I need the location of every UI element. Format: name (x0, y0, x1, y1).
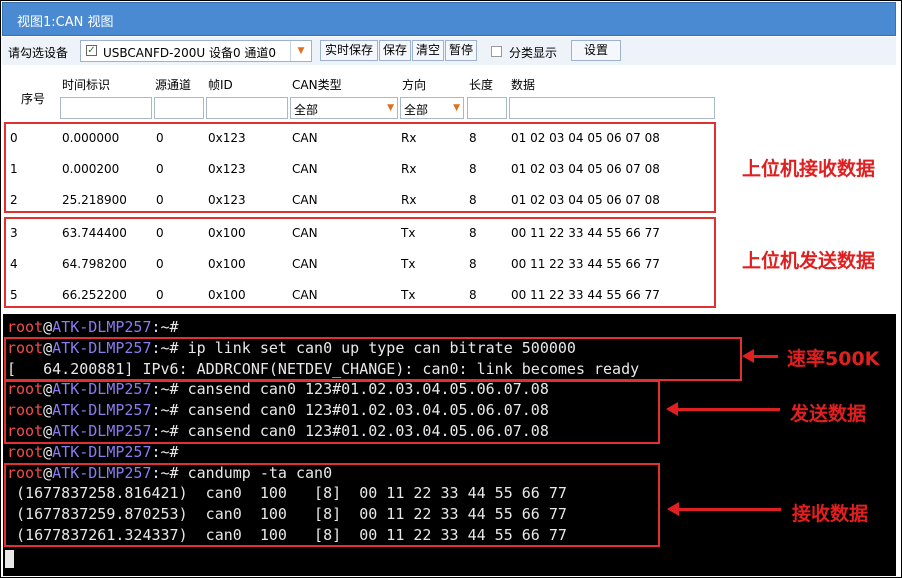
send-highlight-box (4, 380, 660, 444)
len-filter-input[interactable] (467, 97, 507, 119)
device-select[interactable]: ✓ USBCANFD-200U 设备0 通道0 ▼ (80, 40, 312, 62)
id-filter-input[interactable] (206, 97, 288, 119)
window-title-bar: 视图1:CAN 视图 (2, 2, 896, 36)
prompt-host: ATK-DLMP257 (52, 442, 152, 461)
data-filter-input[interactable] (509, 97, 715, 119)
window-title: 视图1:CAN 视图 (17, 15, 114, 30)
rx-annotation: 上位机接收数据 (742, 158, 876, 180)
column-data: 数据 (511, 78, 536, 92)
time-filter-input[interactable] (60, 97, 152, 119)
device-select-value: USBCANFD-200U 设备0 通道0 (103, 46, 277, 60)
device-label: 请勾选设备 (8, 46, 69, 60)
column-len: 长度 (469, 78, 494, 92)
bitrate-annotation: 速率500K (787, 348, 880, 370)
terminal-line: root@ATK-DLMP257:~# (7, 317, 188, 337)
src-filter-input[interactable] (154, 97, 204, 119)
bitrate-arrow-icon (742, 349, 778, 363)
rx-highlight-box (4, 122, 716, 213)
type-filter-value: 全部 (294, 103, 319, 117)
column-src: 源通道 (155, 78, 192, 92)
pause-button[interactable]: 暂停 (445, 40, 477, 61)
column-time: 时间标识 (62, 78, 111, 92)
table-header: 序号 时间标识 源通道 帧ID CAN类型 方向 长度 数据 全部 ▼ 全部 ▼ (2, 66, 896, 120)
recv-highlight-box (4, 463, 660, 547)
chevron-down-icon[interactable]: ▼ (290, 41, 311, 61)
dir-filter-select[interactable]: 全部 ▼ (400, 97, 464, 119)
terminal-line: root@ATK-DLMP257:~# (7, 442, 188, 462)
column-seq: 序号 (21, 92, 46, 106)
chevron-down-icon: ▼ (453, 103, 460, 113)
prompt-at: @ (43, 442, 53, 461)
prompt-tail: :~# (151, 318, 188, 336)
tx-highlight-box (4, 217, 716, 308)
terminal-cursor (5, 550, 14, 568)
clear-button[interactable]: 清空 (412, 40, 444, 61)
settings-button[interactable]: 设置 (571, 40, 621, 61)
tx-annotation: 上位机发送数据 (742, 250, 876, 272)
prompt-user: root (7, 442, 44, 461)
type-filter-select[interactable]: 全部 ▼ (290, 97, 398, 119)
column-id: 帧ID (208, 78, 233, 92)
toolbar: 请勾选设备 ✓ USBCANFD-200U 设备0 通道0 ▼ 实时保存 保存 … (2, 37, 896, 65)
column-type: CAN类型 (292, 78, 342, 92)
recv-arrow-icon (667, 502, 781, 516)
column-dir: 方向 (402, 78, 427, 92)
prompt-at: @ (43, 318, 53, 336)
prompt-tail: :~# (151, 442, 188, 461)
classify-label: 分类显示 (509, 46, 558, 60)
dir-filter-value: 全部 (404, 103, 429, 117)
send-annotation: 发送数据 (790, 403, 867, 425)
classify-checkbox[interactable] (491, 46, 502, 57)
realtime-save-button[interactable]: 实时保存 (320, 40, 378, 61)
prompt-host: ATK-DLMP257 (52, 318, 152, 336)
device-checkbox[interactable]: ✓ (86, 45, 97, 56)
send-arrow-icon (666, 402, 780, 416)
recv-annotation: 接收数据 (792, 503, 869, 525)
save-button[interactable]: 保存 (379, 40, 411, 61)
chevron-down-icon: ▼ (387, 103, 394, 113)
bitrate-highlight-box (4, 337, 742, 381)
prompt-user: root (7, 318, 44, 336)
